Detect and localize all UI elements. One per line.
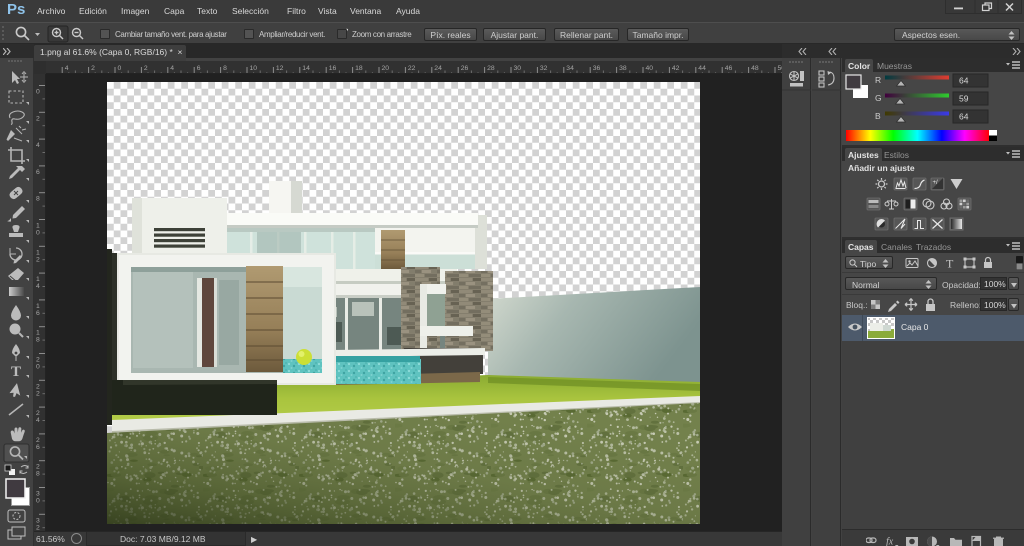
svg-text:+/: +/ xyxy=(933,180,939,186)
svg-text:16: 16 xyxy=(329,65,337,72)
svg-text:B: B xyxy=(875,111,881,121)
svg-text:32: 32 xyxy=(540,65,548,72)
svg-text:28: 28 xyxy=(487,65,495,72)
svg-text:3: 3 xyxy=(36,517,40,524)
svg-text:0: 0 xyxy=(118,65,122,72)
svg-text:34: 34 xyxy=(566,65,574,72)
svg-text:T: T xyxy=(11,364,21,380)
svg-text:2: 2 xyxy=(36,256,40,263)
svg-text:4: 4 xyxy=(36,417,40,424)
svg-text:44: 44 xyxy=(698,65,706,72)
svg-text:40: 40 xyxy=(646,65,654,72)
svg-text:0: 0 xyxy=(36,364,40,371)
svg-text:4: 4 xyxy=(36,142,40,149)
svg-text:30: 30 xyxy=(514,65,522,72)
svg-text:2: 2 xyxy=(36,437,40,444)
svg-text:1: 1 xyxy=(36,223,40,230)
svg-text:0: 0 xyxy=(36,230,40,237)
svg-text:4: 4 xyxy=(170,65,174,72)
svg-text:12: 12 xyxy=(276,65,284,72)
svg-text:1: 1 xyxy=(36,249,40,256)
svg-text:2: 2 xyxy=(36,410,40,417)
svg-text:2: 2 xyxy=(36,390,40,397)
svg-text:24: 24 xyxy=(434,65,442,72)
svg-text:T: T xyxy=(946,257,954,271)
svg-text:6: 6 xyxy=(36,310,40,317)
svg-text:8: 8 xyxy=(36,337,40,344)
svg-text:2: 2 xyxy=(144,65,148,72)
svg-text:1: 1 xyxy=(36,303,40,310)
svg-text:1: 1 xyxy=(36,330,40,337)
svg-text:20: 20 xyxy=(382,65,390,72)
svg-text:2: 2 xyxy=(36,357,40,364)
svg-text:14: 14 xyxy=(302,65,310,72)
svg-text:2: 2 xyxy=(36,115,40,122)
svg-text:0: 0 xyxy=(36,89,40,96)
svg-text:8: 8 xyxy=(223,65,227,72)
svg-text:4: 4 xyxy=(36,283,40,290)
svg-text:10: 10 xyxy=(250,65,258,72)
svg-text:8: 8 xyxy=(36,471,40,478)
svg-text:6: 6 xyxy=(197,65,201,72)
svg-text:64: 64 xyxy=(959,112,969,122)
svg-text:3: 3 xyxy=(36,491,40,498)
svg-text:46: 46 xyxy=(725,65,733,72)
svg-text:fx: fx xyxy=(886,537,894,546)
svg-text:R: R xyxy=(875,75,881,85)
svg-text:4: 4 xyxy=(65,65,69,72)
svg-text:1: 1 xyxy=(36,276,40,283)
svg-text:26: 26 xyxy=(461,65,469,72)
svg-text:2: 2 xyxy=(36,383,40,390)
svg-text:36: 36 xyxy=(593,65,601,72)
svg-text:2: 2 xyxy=(36,464,40,471)
svg-text:6: 6 xyxy=(36,169,40,176)
svg-text:48: 48 xyxy=(751,65,759,72)
svg-text:8: 8 xyxy=(36,196,40,203)
svg-text:42: 42 xyxy=(672,65,680,72)
svg-text:2: 2 xyxy=(91,65,95,72)
svg-text:18: 18 xyxy=(355,65,363,72)
svg-text:59: 59 xyxy=(959,94,969,104)
svg-text:0: 0 xyxy=(36,498,40,505)
svg-text:2: 2 xyxy=(36,524,40,531)
svg-text:22: 22 xyxy=(408,65,416,72)
svg-text:6: 6 xyxy=(36,444,40,451)
svg-text:38: 38 xyxy=(619,65,627,72)
svg-text:64: 64 xyxy=(959,76,969,86)
svg-text:G: G xyxy=(875,93,882,103)
